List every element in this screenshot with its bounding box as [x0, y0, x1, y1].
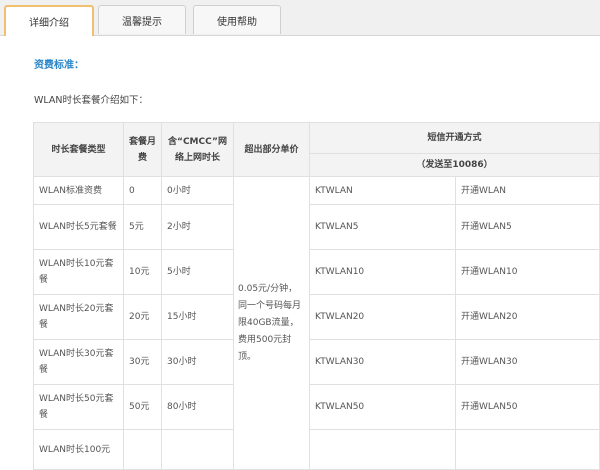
header-type: 时长套餐类型 — [33, 122, 124, 177]
cell-action — [454, 429, 600, 470]
cell-code: KTWLAN20 — [309, 294, 456, 340]
cell-type: WLAN时长30元套餐 — [33, 339, 124, 385]
table-row: WLAN时长100元 — [33, 429, 600, 470]
header-send-to: （发送至10086） — [308, 153, 600, 177]
cell-duration: 5小时 — [161, 249, 234, 295]
tab-help[interactable]: 使用帮助 — [193, 5, 281, 34]
cell-action: 开通WLAN — [454, 176, 600, 205]
cell-fee: 20元 — [123, 294, 162, 340]
cell-type: WLAN时长20元套餐 — [33, 294, 124, 340]
header-excess: 超出部分单价 — [233, 122, 310, 177]
cell-action: 开通WLAN20 — [454, 294, 600, 340]
cell-fee — [123, 429, 162, 470]
cell-type: WLAN时长50元套餐 — [33, 384, 124, 430]
table-row: WLAN时长30元套餐 30元 30小时 KTWLAN30 开通WLAN30 — [33, 339, 600, 385]
cell-fee: 5元 — [123, 204, 162, 250]
intro-text: WLAN时长套餐介绍如下： — [34, 95, 149, 106]
cell-fee: 0 — [123, 176, 162, 205]
cell-type: WLAN标准资费 — [33, 176, 124, 205]
tab-tips[interactable]: 温馨提示 — [98, 5, 186, 34]
table-row: WLAN标准资费 0 0小时 0.05元/分钟，同一个号码每月限40GB流量，费… — [33, 176, 600, 470]
cell-type: WLAN时长10元套餐 — [33, 249, 124, 295]
cell-code: KTWLAN10 — [309, 249, 456, 295]
cell-type: WLAN时长100元 — [33, 429, 124, 470]
cell-duration: 80小时 — [161, 384, 234, 430]
cell-duration: 0小时 — [161, 176, 234, 205]
header-sms: 短信开通方式 — [308, 122, 600, 154]
cell-code: KTWLAN50 — [309, 384, 456, 430]
cell-excess-note: 0.05元/分钟，同一个号码每月限40GB流量，费用500元封顶。 — [233, 176, 310, 470]
cell-fee: 50元 — [123, 384, 162, 430]
table-row: WLAN时长50元套餐 50元 80小时 KTWLAN50 开通WLAN50 — [33, 384, 600, 430]
table-row: WLAN时长20元套餐 20元 15小时 KTWLAN20 开通WLAN20 — [33, 294, 600, 340]
tab-details[interactable]: 详细介绍 — [4, 5, 94, 36]
cell-duration: 15小时 — [161, 294, 234, 340]
header-duration: 含“CMCC”网络上网时长 — [161, 122, 234, 177]
cell-duration: 30小时 — [161, 339, 234, 385]
cell-code: KTWLAN — [309, 176, 456, 205]
cell-fee: 10元 — [123, 249, 162, 295]
cell-duration — [161, 429, 234, 470]
cell-code: KTWLAN5 — [309, 204, 456, 250]
cell-action: 开通WLAN5 — [454, 204, 600, 250]
cell-action: 开通WLAN10 — [454, 249, 600, 295]
section-title: 资费标准： — [34, 60, 84, 71]
cell-code: KTWLAN30 — [309, 339, 456, 385]
fee-table: 时长套餐类型 套餐月费 含“CMCC”网络上网时长 超出部分单价 短信开通方式 … — [33, 122, 600, 470]
header-fee: 套餐月费 — [123, 122, 162, 177]
cell-duration: 2小时 — [161, 204, 234, 250]
cell-code — [309, 429, 456, 470]
cell-type: WLAN时长5元套餐 — [33, 204, 124, 250]
cell-action: 开通WLAN30 — [454, 339, 600, 385]
cell-action: 开通WLAN50 — [454, 384, 600, 430]
table-row: WLAN时长10元套餐 10元 5小时 KTWLAN10 开通WLAN10 — [33, 249, 600, 295]
cell-fee: 30元 — [123, 339, 162, 385]
tab-bar: 详细介绍 温馨提示 使用帮助 — [0, 0, 600, 36]
table-row: WLAN时长5元套餐 5元 2小时 KTWLAN5 开通WLAN5 — [33, 204, 600, 250]
